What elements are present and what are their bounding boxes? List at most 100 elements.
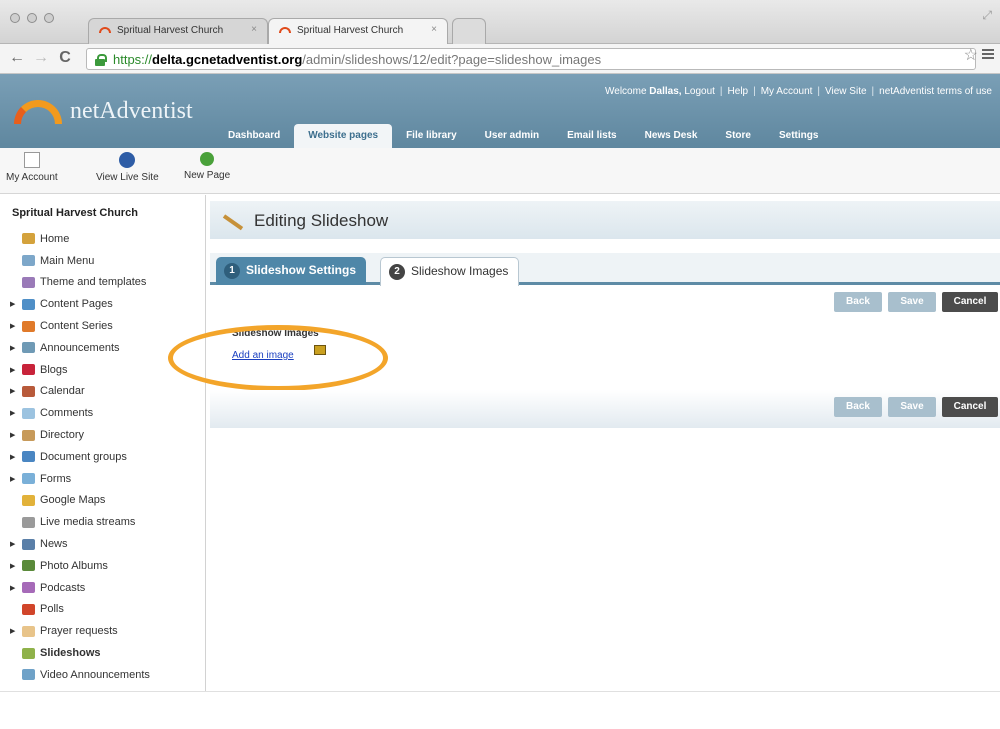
- netadventist-logo[interactable]: netAdventist: [14, 92, 204, 124]
- browser-tab-2[interactable]: Spritual Harvest Church ×: [268, 18, 448, 44]
- menu-icon: [22, 255, 35, 267]
- forward-button[interactable]: →: [32, 49, 50, 67]
- back-button[interactable]: Back: [834, 397, 882, 417]
- terms-link[interactable]: netAdventist terms of use: [879, 86, 992, 97]
- sidebar-item-label: Directory: [40, 429, 85, 442]
- expand-arrow-icon[interactable]: ▶: [10, 300, 18, 308]
- sidebar-item-prayer-requests[interactable]: ▶ Prayer requests: [10, 620, 150, 642]
- zoom-window-button[interactable]: [44, 13, 54, 23]
- expand-arrow-icon[interactable]: ▶: [10, 431, 18, 439]
- sidebar-item-polls[interactable]: Polls: [10, 599, 150, 621]
- save-button[interactable]: Save: [888, 292, 936, 312]
- sidebar-item-blogs[interactable]: ▶ Blogs: [10, 359, 150, 381]
- sidebar-item-label: Live media streams: [40, 516, 136, 529]
- cancel-button[interactable]: Cancel: [942, 397, 998, 417]
- browser-tab-1[interactable]: Spritual Harvest Church ×: [88, 18, 268, 44]
- action-buttons-bottom: Back Save Cancel: [834, 397, 998, 417]
- sidebar-item-label: Comments: [40, 407, 94, 420]
- sidebar-item-label: Document groups: [40, 450, 127, 463]
- nav-file-library[interactable]: File library: [392, 124, 471, 148]
- sidebar-item-google-maps[interactable]: Google Maps: [10, 490, 150, 512]
- sidebar-item-forms[interactable]: ▶ Forms: [10, 468, 150, 490]
- expand-arrow-icon[interactable]: ▶: [10, 387, 18, 395]
- expand-arrow-icon[interactable]: ▶: [10, 366, 18, 374]
- nav-user-admin[interactable]: User admin: [471, 124, 553, 148]
- announcements-icon: [22, 342, 35, 354]
- sidebar-item-video-announcements[interactable]: Video Announcements: [10, 664, 150, 686]
- view-live-site-tool[interactable]: View Live Site: [96, 152, 159, 183]
- nav-store[interactable]: Store: [711, 124, 765, 148]
- sidebar-item-comments[interactable]: ▶ Comments: [10, 402, 150, 424]
- tab-slideshow-settings[interactable]: 1 Slideshow Settings: [216, 257, 367, 285]
- expand-arrow-icon[interactable]: ▶: [10, 322, 18, 330]
- tab-close-icon[interactable]: ×: [251, 24, 257, 35]
- sidebar-item-content-series[interactable]: ▶ Content Series: [10, 315, 150, 337]
- expand-arrow-icon[interactable]: ▶: [10, 627, 18, 635]
- back-button[interactable]: Back: [834, 292, 882, 312]
- new-page-tool[interactable]: New Page: [184, 152, 230, 181]
- browser-toolbar: ← → C https://delta.gcnetadventist.org/a…: [0, 44, 1000, 74]
- expand-arrow-icon[interactable]: ▶: [10, 409, 18, 417]
- reload-button[interactable]: C: [56, 49, 74, 67]
- back-button[interactable]: ←: [8, 49, 26, 67]
- sidebar-item-announcements[interactable]: ▶ Announcements: [10, 337, 150, 359]
- minimize-window-button[interactable]: [27, 13, 37, 23]
- tab-slideshow-images[interactable]: 2 Slideshow Images: [380, 257, 520, 286]
- expand-arrow-icon[interactable]: ▶: [10, 344, 18, 352]
- close-window-button[interactable]: [10, 13, 20, 23]
- video-announcements-icon: [22, 669, 35, 681]
- logout-link[interactable]: Logout: [684, 86, 715, 97]
- new-tab-button[interactable]: [452, 18, 486, 44]
- nav-email-lists[interactable]: Email lists: [553, 124, 630, 148]
- fullscreen-icon[interactable]: ⤢: [982, 8, 992, 23]
- sidebar-item-label: News: [40, 538, 68, 551]
- sidebar-item-podcasts[interactable]: ▶ Podcasts: [10, 577, 150, 599]
- expand-arrow-icon[interactable]: ▶: [10, 584, 18, 592]
- sidebar-item-label: Prayer requests: [40, 625, 118, 638]
- expand-arrow-icon[interactable]: ▶: [10, 562, 18, 570]
- sidebar-item-calendar[interactable]: ▶ Calendar: [10, 381, 150, 403]
- nav-website-pages[interactable]: Website pages: [294, 124, 393, 148]
- sidebar-item-document-groups[interactable]: ▶ Document groups: [10, 446, 150, 468]
- sidebar-item-label: Polls: [40, 603, 64, 616]
- sidebar: Spritual Harvest Church Home Main Menu The…: [0, 195, 206, 691]
- step-number: 1: [224, 263, 240, 279]
- sidebar-item-photo-albums[interactable]: ▶ Photo Albums: [10, 555, 150, 577]
- tab-close-icon[interactable]: ×: [431, 24, 437, 35]
- sidebar-item-directory[interactable]: ▶ Directory: [10, 424, 150, 446]
- sidebar-item-home[interactable]: Home: [10, 228, 150, 250]
- help-link[interactable]: Help: [728, 86, 749, 97]
- expand-arrow-icon[interactable]: ▶: [10, 540, 18, 548]
- sidebar-item-news[interactable]: ▶ News: [10, 533, 150, 555]
- bookmark-star-icon[interactable]: ☆: [964, 45, 978, 65]
- expand-arrow-icon[interactable]: ▶: [10, 453, 18, 461]
- window-controls[interactable]: [10, 13, 54, 23]
- prayer-requests-icon: [22, 625, 35, 637]
- my-account-link[interactable]: My Account: [761, 86, 813, 97]
- logo-arc-icon: [14, 100, 62, 124]
- sidebar-item-main-menu[interactable]: Main Menu: [10, 250, 150, 272]
- page-title: Editing Slideshow: [254, 211, 389, 230]
- browser-menu-icon[interactable]: [982, 47, 994, 61]
- save-button[interactable]: Save: [888, 397, 936, 417]
- sidebar-item-label: Forms: [40, 472, 72, 485]
- sidebar-item-label: Podcasts: [40, 581, 86, 594]
- sidebar-item-slideshows[interactable]: Slideshows: [10, 642, 150, 664]
- sidebar-item-label: Photo Albums: [40, 559, 108, 572]
- nav-settings[interactable]: Settings: [765, 124, 832, 148]
- address-bar[interactable]: https://delta.gcnetadventist.org/admin/s…: [86, 48, 976, 70]
- sidebar-item-content-pages[interactable]: ▶ Content Pages: [10, 293, 150, 315]
- image-icon[interactable]: [314, 345, 326, 355]
- cancel-button[interactable]: Cancel: [942, 292, 998, 312]
- add-image-link[interactable]: Add an image: [232, 350, 294, 361]
- sidebar-item-theme-and-templates[interactable]: Theme and templates: [10, 272, 150, 294]
- expand-arrow-icon[interactable]: ▶: [10, 475, 18, 483]
- my-account-tool[interactable]: My Account: [6, 152, 58, 183]
- pencil-icon: [222, 214, 244, 231]
- view-site-link[interactable]: View Site: [825, 86, 867, 97]
- nav-news-desk[interactable]: News Desk: [631, 124, 712, 148]
- sidebar-item-live-media-streams[interactable]: Live media streams: [10, 511, 150, 533]
- browser-tabstrip: Spritual Harvest Church × Spritual Harve…: [0, 0, 1000, 44]
- nav-dashboard[interactable]: Dashboard: [214, 124, 294, 148]
- site-title: Spritual Harvest Church: [12, 207, 138, 219]
